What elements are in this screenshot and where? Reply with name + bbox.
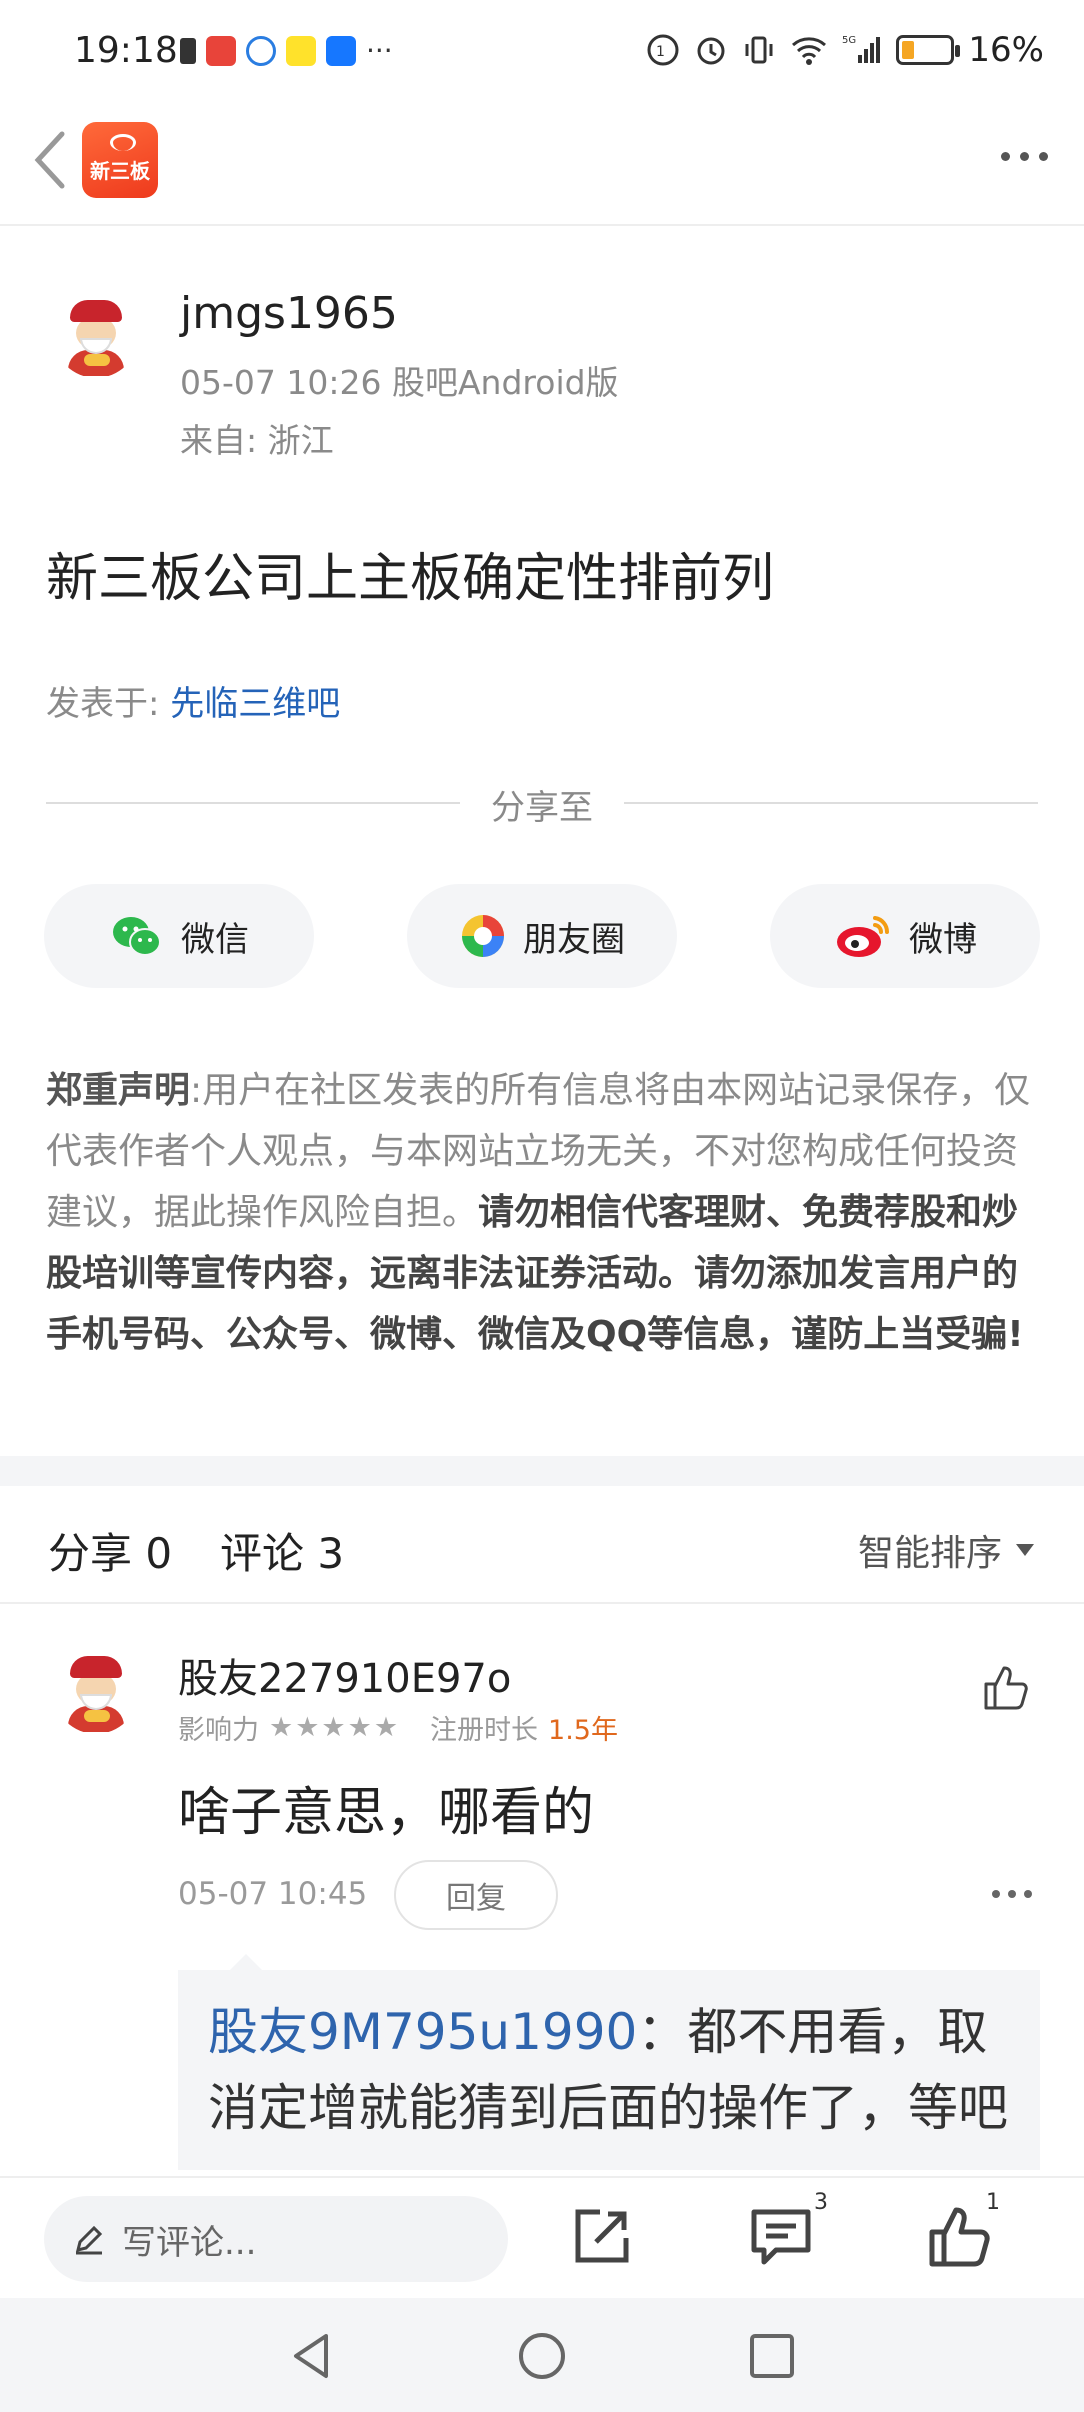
- author-avatar[interactable]: [54, 294, 138, 378]
- data-saver-icon: 1: [647, 34, 679, 66]
- pencil-icon: [75, 2225, 103, 2255]
- section-divider: [0, 1456, 1084, 1486]
- battery-percent: 16%: [968, 30, 1044, 70]
- reply-caret: [230, 1954, 262, 1970]
- comment-input[interactable]: 写评论...: [44, 2196, 508, 2282]
- chat-notification-icon: [246, 35, 276, 66]
- commenter-avatar[interactable]: [54, 1650, 138, 1734]
- post-location: 来自: 浙江: [180, 421, 334, 460]
- system-icons: 1 5G 16%: [646, 30, 1044, 70]
- sort-label: 智能排序: [857, 1533, 1002, 1574]
- action-bar: 写评论... 3 1: [0, 2176, 1084, 2298]
- share-wechat-label: 微信: [181, 919, 249, 960]
- commenter-name[interactable]: 股友227910E97o: [178, 1646, 511, 1704]
- nav-recents-icon[interactable]: [746, 2330, 798, 2382]
- comment-icon[interactable]: [746, 2202, 816, 2272]
- disclaimer-colon: :: [190, 1070, 203, 1111]
- wechat-icon: [113, 917, 161, 956]
- app-logo-text: 新三板: [90, 159, 150, 183]
- influence-stars: ★★★★★: [269, 1712, 401, 1743]
- posted-in-label: 发表于:: [46, 684, 160, 724]
- reply-box[interactable]: 股友9M795u1990：都不用看，取消定增就能猜到后面的操作了，等吧: [178, 1970, 1040, 2170]
- nav-back-icon[interactable]: [286, 2330, 338, 2382]
- wifi-icon: [792, 37, 827, 65]
- back-icon[interactable]: [26, 128, 76, 192]
- nav-home-icon[interactable]: [516, 2330, 568, 2382]
- like-count-badge: 1: [986, 2190, 1000, 2215]
- share-weibo-button[interactable]: 微博: [770, 884, 1040, 988]
- forum-link[interactable]: 先临三维吧: [170, 684, 340, 724]
- notification-icons: ···: [180, 34, 393, 67]
- share-icon[interactable]: [566, 2202, 636, 2272]
- reg-years: 1.5年: [548, 1715, 618, 1746]
- disclaimer: 郑重声明:用户在社区发表的所有信息将由本网站记录保存，仅代表作者个人观点，与本网…: [46, 1060, 1044, 1365]
- author-name[interactable]: jmgs1965: [180, 288, 398, 339]
- weibo-icon: [837, 916, 890, 957]
- comment-like-icon[interactable]: [980, 1662, 1032, 1714]
- signal-icon: 5G: [842, 35, 881, 63]
- share-moments-label: 朋友圈: [523, 919, 625, 960]
- comment-count-badge: 3: [814, 2190, 828, 2215]
- share-wechat-button[interactable]: 微信: [44, 884, 314, 988]
- alarm-icon: [697, 37, 725, 65]
- influence-label: 影响力: [178, 1715, 259, 1746]
- post-meta: 05-07 10:26 股吧Android版: [180, 363, 619, 402]
- comment-placeholder: 写评论...: [122, 2222, 257, 2263]
- share-weibo-label: 微博: [909, 919, 977, 960]
- tab-share[interactable]: 分享 0: [48, 1520, 172, 1581]
- posted-in: 发表于: 先临三维吧: [46, 676, 340, 725]
- reply-button[interactable]: 回复: [394, 1860, 558, 1930]
- status-bar: 19:18 ··· 1 5G 16%: [0, 0, 1084, 100]
- comment-time: 05-07 10:45: [178, 1876, 368, 1912]
- app-header: 新三板: [0, 100, 1084, 226]
- reg-label: 注册时长: [430, 1715, 539, 1746]
- system-nav-bar: [0, 2298, 1084, 2412]
- vibrate-icon: [745, 36, 773, 64]
- battery-icon: [896, 35, 961, 65]
- comment-text: 啥子意思，哪看的: [178, 1783, 595, 1843]
- share-divider: 分享至: [46, 780, 1038, 828]
- reply-user[interactable]: 股友9M795u1990: [208, 2003, 637, 2061]
- more-notifications-icon: ···: [366, 34, 393, 67]
- app-logo[interactable]: 新三板: [82, 122, 158, 198]
- triangle-down-icon: [1016, 1544, 1034, 1556]
- comment-tabs: 分享 0 评论 3 智能排序: [0, 1486, 1084, 1604]
- tab-comment[interactable]: 评论 3: [220, 1520, 344, 1581]
- status-time: 19:18: [74, 30, 178, 71]
- disclaimer-heading: 郑重声明: [46, 1070, 191, 1111]
- app-notification-icon: [206, 35, 236, 66]
- svg-text:1: 1: [656, 44, 665, 60]
- moments-icon: [462, 915, 504, 957]
- commenter-meta: 影响力 ★★★★★ 注册时长 1.5年: [178, 1708, 618, 1747]
- svg-text:5G: 5G: [842, 35, 856, 46]
- comment-more-icon[interactable]: [992, 1890, 1032, 1898]
- share-moments-button[interactable]: 朋友圈: [407, 884, 677, 988]
- share-label: 分享至: [491, 788, 593, 828]
- sim-icon: [180, 37, 196, 64]
- post-title: 新三板公司上主板确定性排前列: [46, 549, 775, 609]
- alipay-notification-icon: [326, 35, 356, 66]
- more-options-icon[interactable]: [1001, 152, 1048, 161]
- mail-notification-icon: [286, 35, 316, 66]
- sort-dropdown[interactable]: 智能排序: [858, 1524, 1034, 1576]
